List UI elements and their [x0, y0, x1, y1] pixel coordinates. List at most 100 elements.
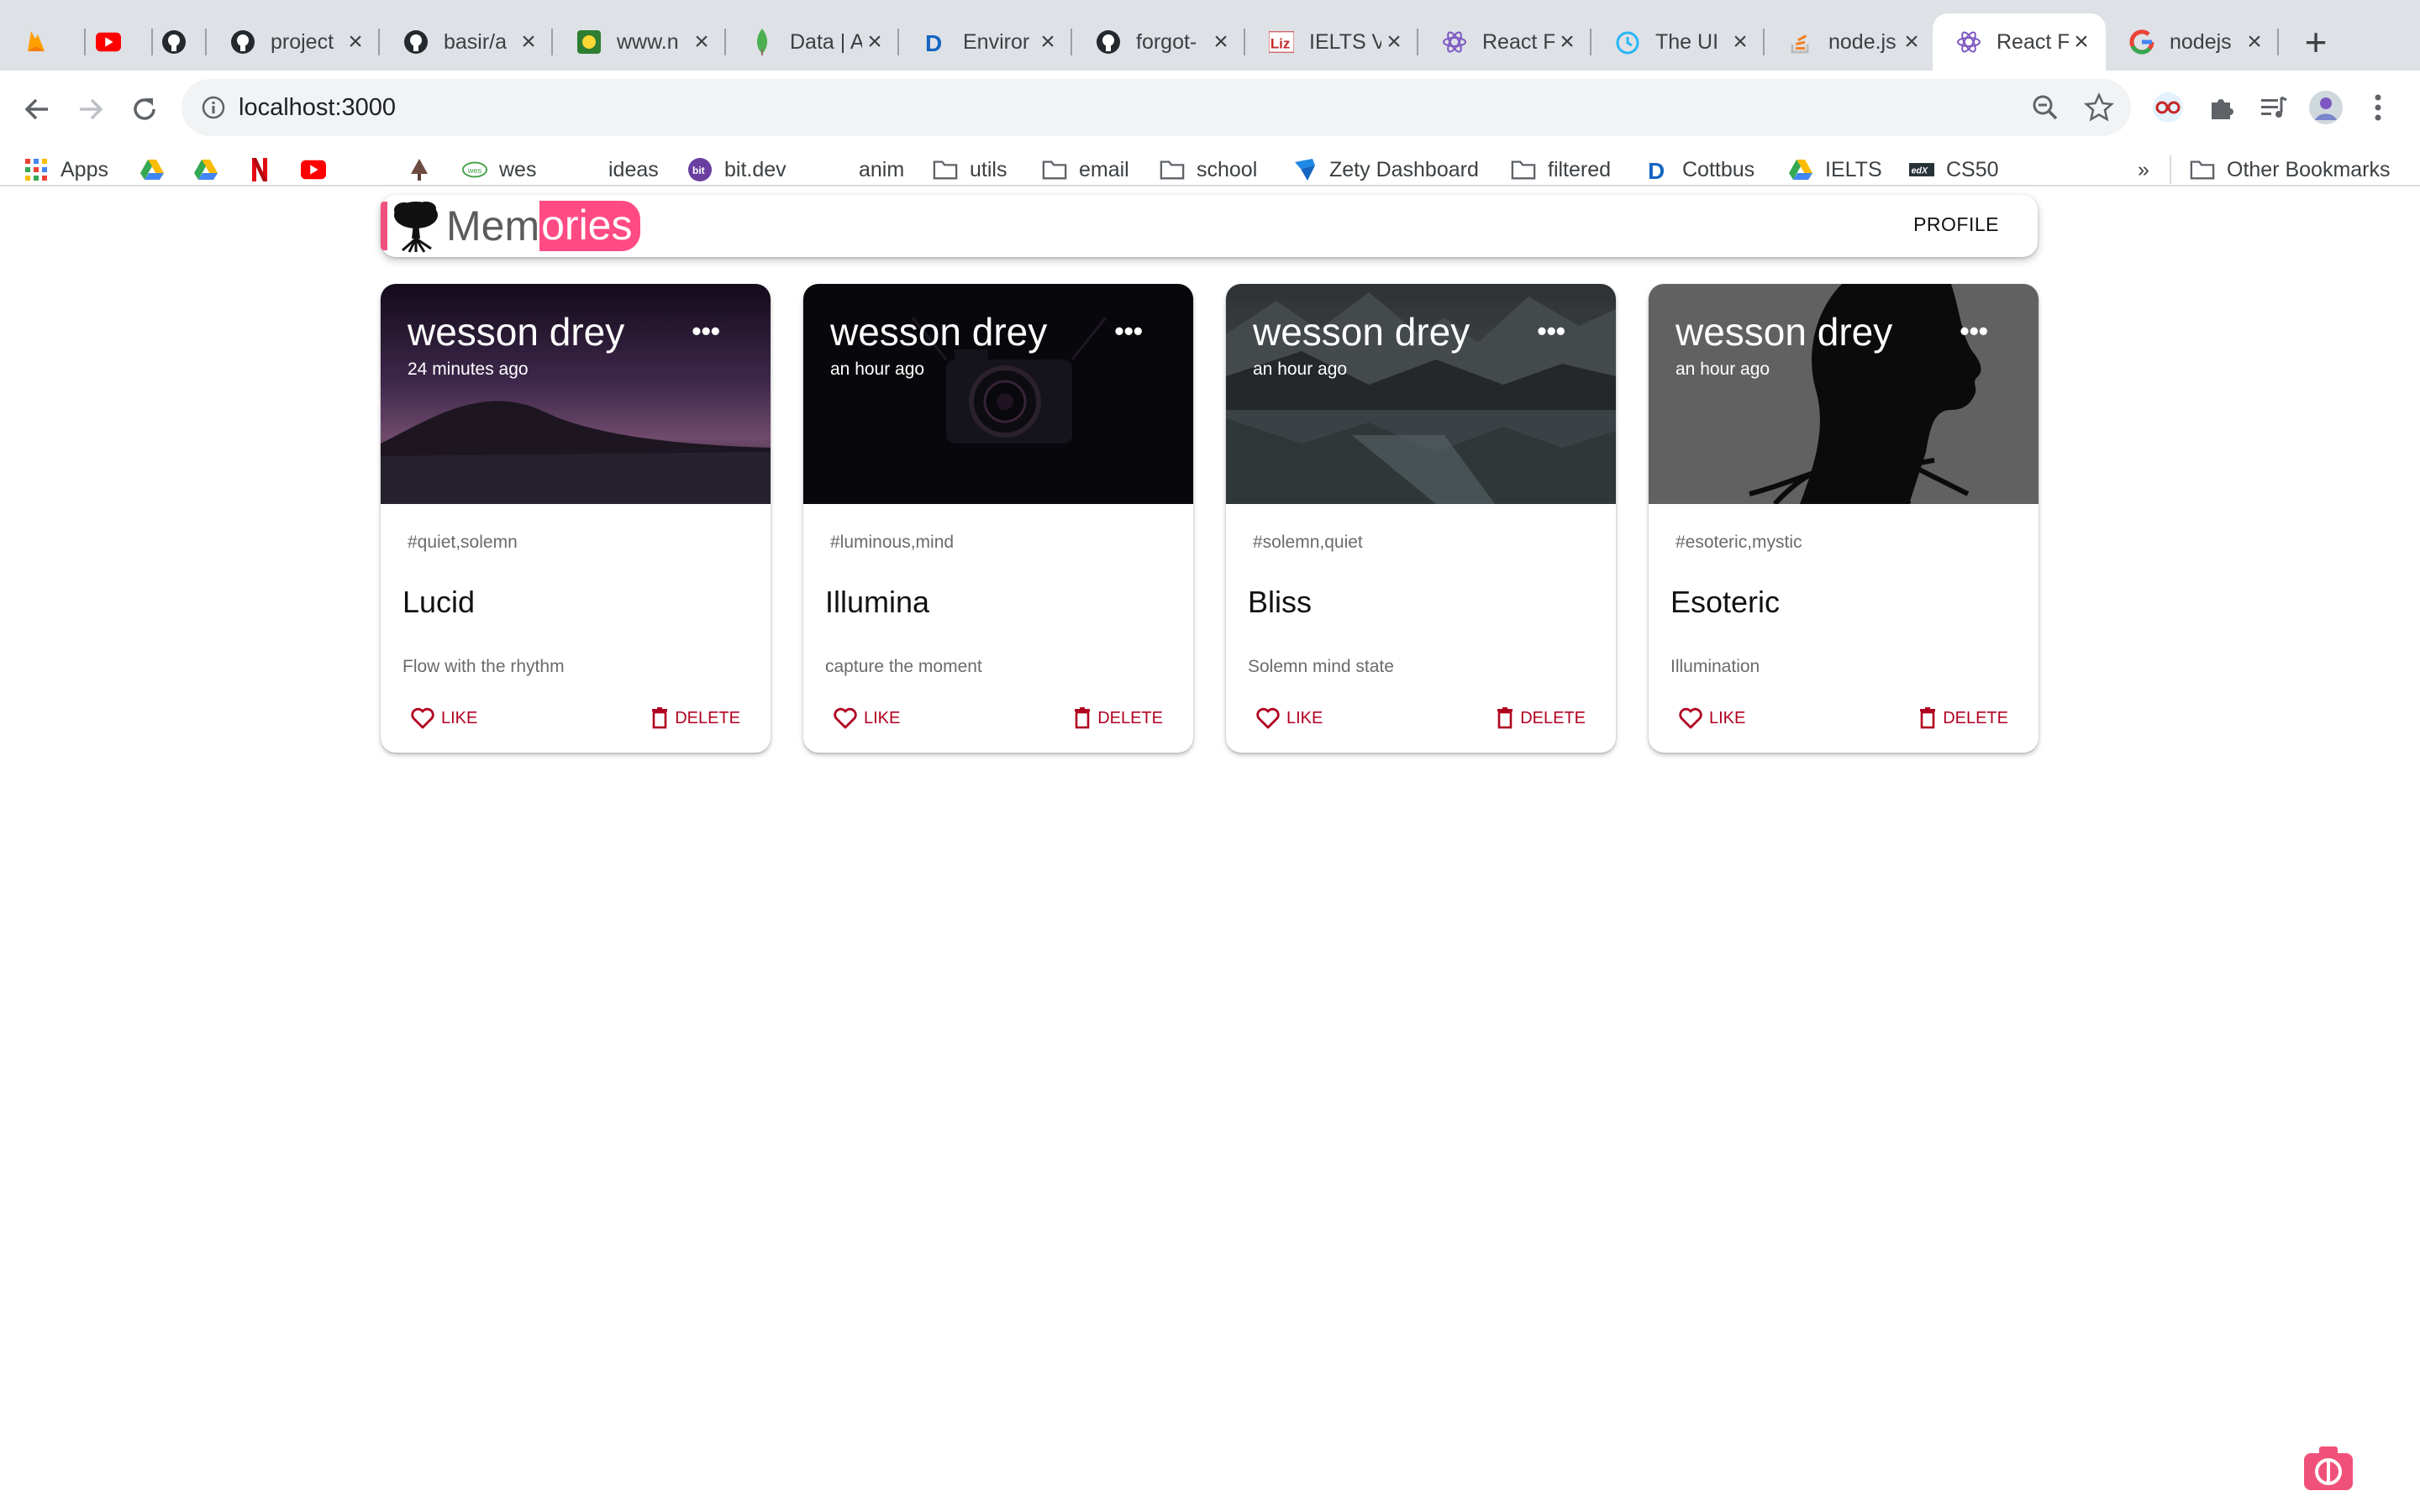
bookmark-folder-school[interactable]: school [1160, 144, 1257, 195]
react-hook-form-icon [1956, 29, 1981, 55]
folder-icon [2190, 157, 2215, 182]
extension-glasses-icon[interactable] [2146, 86, 2190, 129]
react-hook-form-icon [1442, 29, 1467, 55]
trash-icon [1497, 707, 1513, 729]
close-tab-icon[interactable]: × [343, 29, 368, 55]
bookmark-ideas[interactable]: ideas [571, 144, 659, 195]
tab-data[interactable]: Data | A × [726, 13, 899, 71]
close-tab-icon[interactable]: × [1555, 29, 1580, 55]
post-card: wesson drey 24 minutes ago ••• #quiet,so… [381, 284, 771, 753]
tab-forgot[interactable]: forgot- × [1072, 13, 1245, 71]
tab-pinned-firebase[interactable] [0, 13, 86, 71]
tree-logo-icon [387, 198, 445, 254]
bookmarks-divider [2170, 155, 2171, 184]
url-text[interactable]: localhost:3000 [239, 94, 396, 122]
bookmark-anim[interactable]: anim [822, 144, 904, 195]
app-bar: Mem ories PROFILE [381, 195, 2038, 257]
delete-button[interactable]: DELETE [651, 707, 740, 729]
close-tab-icon[interactable]: × [2069, 29, 2094, 55]
tab-pinned-github[interactable] [153, 13, 207, 71]
close-tab-icon[interactable]: × [689, 29, 714, 55]
site-info-icon[interactable] [200, 94, 227, 121]
folder-icon [1511, 157, 1536, 182]
close-tab-icon[interactable]: × [1899, 29, 1924, 55]
delete-button[interactable]: DELETE [1497, 707, 1586, 729]
forward-button[interactable] [67, 86, 114, 133]
bookmark-drive-1[interactable] [139, 144, 176, 195]
post-author: wesson drey [1676, 310, 1893, 354]
extensions-puzzle-icon[interactable] [2200, 86, 2244, 129]
bookmark-other-bookmarks[interactable]: Other Bookmarks [2190, 144, 2391, 195]
like-button[interactable]: LIKE [834, 707, 900, 729]
post-tags: #luminous,mind [830, 533, 955, 552]
site-icon [576, 29, 602, 55]
close-tab-icon[interactable]: × [1381, 29, 1407, 55]
apps-grid-icon [24, 157, 49, 182]
bookmark-cottbus[interactable]: D Cottbus [1645, 144, 1754, 195]
bookmark-ielts[interactable]: IELTS [1788, 144, 1882, 195]
bookmark-bit-dev[interactable]: bit bit.dev [687, 144, 786, 195]
tab-www[interactable]: www.n × [553, 13, 726, 71]
close-tab-icon[interactable]: × [1035, 29, 1060, 55]
reload-button[interactable] [121, 86, 168, 133]
bookmark-folder-utils[interactable]: utils [933, 144, 1007, 195]
bookmark-wes[interactable]: wes wes [462, 144, 536, 195]
svg-text:edX: edX [1912, 165, 1928, 176]
bookmark-cs50[interactable]: edX CS50 [1909, 144, 1999, 195]
mongodb-leaf-icon [750, 29, 775, 55]
delete-button[interactable]: DELETE [1074, 707, 1163, 729]
bookmark-folder-filtered[interactable]: filtered [1511, 144, 1611, 195]
profile-avatar[interactable] [2304, 86, 2348, 129]
media-control-icon[interactable] [2252, 86, 2296, 129]
wes-icon: wes [462, 157, 487, 182]
bookmark-folder-email[interactable]: email [1042, 144, 1129, 195]
heart-outline-icon [1256, 707, 1280, 729]
more-horiz-icon[interactable]: ••• [1960, 318, 1988, 344]
close-tab-icon[interactable]: × [1208, 29, 1234, 55]
post-author: wesson drey [1253, 310, 1470, 354]
like-button[interactable]: LIKE [1256, 707, 1323, 729]
heart-outline-icon [411, 707, 434, 729]
bookmark-zety-dashboard[interactable]: Zety Dashboard [1292, 144, 1479, 195]
close-tab-icon[interactable]: × [1728, 29, 1753, 55]
menu-kebab-icon[interactable] [2361, 86, 2395, 129]
address-bar[interactable]: localhost:3000 [182, 79, 2131, 136]
close-tab-icon[interactable]: × [862, 29, 887, 55]
bookmark-netflix[interactable] [247, 144, 284, 195]
bookmark-youtube[interactable] [301, 144, 338, 195]
tab-basir[interactable]: basir/a × [380, 13, 553, 71]
bookmark-star-icon[interactable] [2083, 92, 2115, 123]
post-time: 24 minutes ago [408, 360, 529, 379]
delete-button[interactable]: DELETE [1919, 707, 2008, 729]
bookmark-tree[interactable] [407, 144, 444, 195]
tab-react-1[interactable]: React F × [1418, 13, 1591, 71]
zoom-icon[interactable] [2030, 92, 2060, 123]
more-horiz-icon[interactable]: ••• [1114, 318, 1143, 344]
tab-nodejs-google[interactable]: nodejs × [2106, 13, 2279, 71]
camera-icon[interactable] [2302, 1445, 2354, 1492]
tab-project[interactable]: project × [207, 13, 380, 71]
more-horiz-icon[interactable]: ••• [692, 318, 720, 344]
tab-react-active[interactable]: React F × [1933, 13, 2106, 71]
tab-ielts[interactable]: Liz IELTS V × [1245, 13, 1418, 71]
tab-the-ui[interactable]: The UI × [1591, 13, 1765, 71]
close-tab-icon[interactable]: × [516, 29, 541, 55]
brand[interactable]: Mem ories [387, 198, 641, 254]
like-button[interactable]: LIKE [1679, 707, 1745, 729]
post-card: wesson drey an hour ago ••• #esoteric,my… [1649, 284, 2039, 753]
tab-nodejs-so[interactable]: node.js × [1765, 13, 1936, 71]
new-tab-button[interactable]: + [2299, 23, 2333, 61]
post-tags: #solemn,quiet [1253, 533, 1363, 552]
tab-pinned-youtube[interactable] [86, 13, 153, 71]
close-tab-icon[interactable]: × [2242, 29, 2267, 55]
arrow-left-icon [24, 98, 48, 120]
more-horiz-icon[interactable]: ••• [1537, 318, 1565, 344]
bookmarks-overflow-chevron[interactable]: » [2138, 144, 2149, 195]
bookmark-drive-2[interactable] [193, 144, 230, 195]
profile-button[interactable]: PROFILE [1913, 213, 1999, 236]
youtube-icon [301, 157, 326, 182]
tab-environment[interactable]: D Enviror × [899, 13, 1072, 71]
like-button[interactable]: LIKE [411, 707, 477, 729]
back-button[interactable] [13, 86, 60, 133]
bookmark-apps[interactable]: Apps [24, 144, 108, 195]
